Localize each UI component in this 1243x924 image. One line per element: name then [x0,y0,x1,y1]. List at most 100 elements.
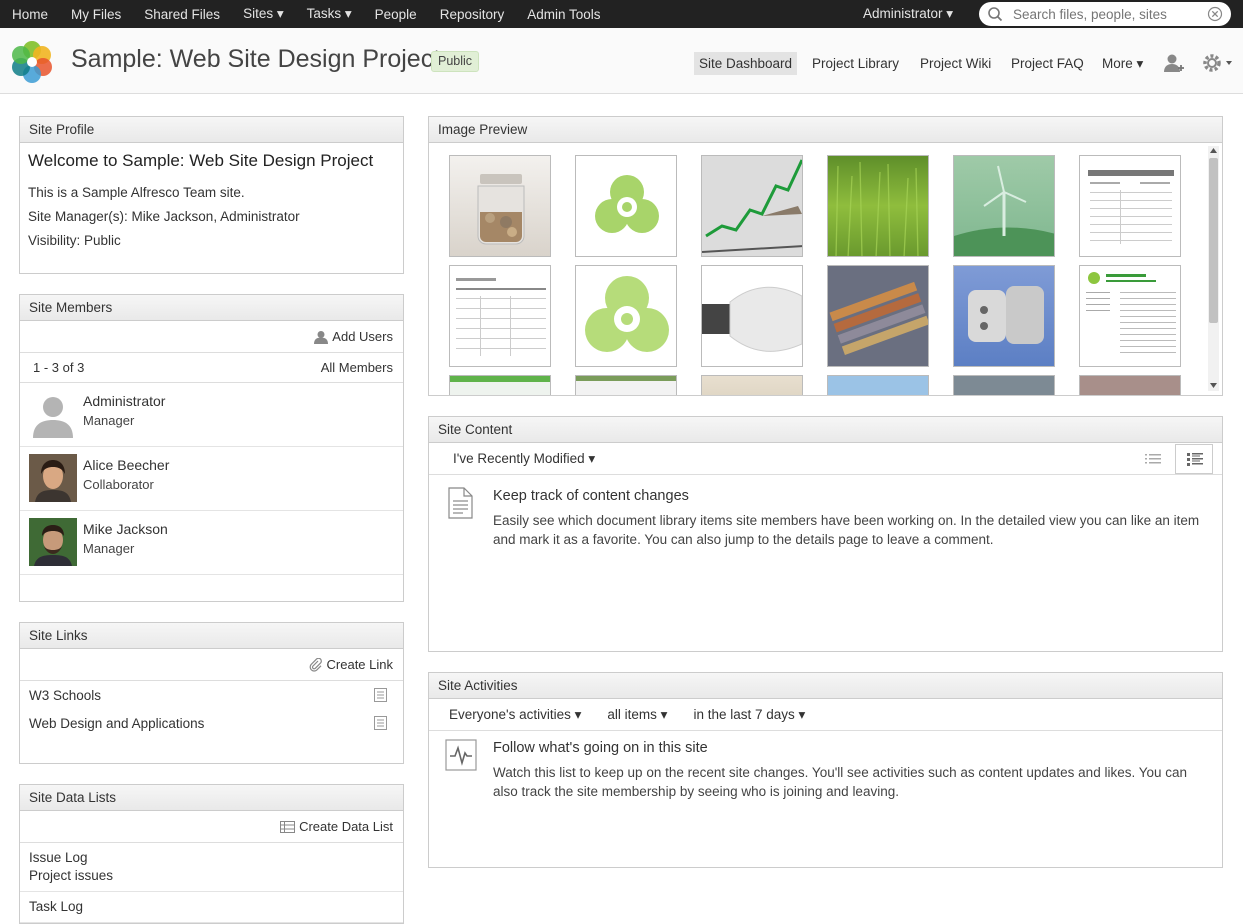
create-link-button[interactable]: Create Link [309,657,393,672]
search-icon [988,7,1003,22]
site-settings-gear-icon[interactable] [1202,53,1234,73]
alfresco-logo-image [585,276,669,352]
member-avatar [29,454,77,502]
activity-pulse-icon [445,739,477,771]
nav-tasks-menu[interactable]: Tasks ▾ [295,6,363,22]
site-data-lists-dashlet: Site Data Lists Create Data List Issue L… [19,784,404,924]
nav-my-files[interactable]: My Files [59,7,132,22]
green-document-image [1086,272,1176,353]
join-site-icon[interactable] [1163,52,1185,74]
image-thumbnail[interactable] [827,155,929,257]
link-title[interactable]: W3 Schools [29,688,101,703]
data-list-icon [280,820,296,833]
simple-view-icon[interactable] [1145,453,1161,465]
image-preview-scrollbar[interactable] [1208,146,1219,391]
link-details-icon[interactable] [374,716,387,730]
image-thumbnail[interactable] [701,375,803,395]
tab-more-menu[interactable]: More ▾ [1097,52,1148,75]
image-thumbnail[interactable] [1079,265,1181,367]
image-thumbnail[interactable] [1079,375,1181,395]
content-filter-dropdown[interactable]: I've Recently Modified ▾ [453,451,595,467]
image-thumbnail[interactable] [701,265,803,367]
tab-project-wiki[interactable]: Project Wiki [915,52,996,75]
member-avatar [29,518,77,566]
default-avatar [29,390,77,438]
image-thumbnail[interactable] [575,155,677,257]
link-title[interactable]: Web Design and Applications [29,716,204,731]
image-thumbnail[interactable] [575,265,677,367]
chart-pen-image [702,156,802,256]
scroll-up-icon[interactable] [1210,147,1217,153]
nav-people[interactable]: People [363,7,428,22]
document-icon [448,487,473,519]
nav-home[interactable]: Home [0,7,59,22]
site-members-dashlet: Site Members Add Users 1 - 3 of 3 All Me… [19,294,404,602]
activities-user-filter[interactable]: Everyone's activities ▾ [449,707,581,723]
site-title: Sample: Web Site Design Project [71,45,441,73]
member-role: Manager [83,413,135,428]
tab-project-faq[interactable]: Project FAQ [1006,52,1089,75]
link-details-icon[interactable] [374,688,387,702]
document-page-image [456,278,546,356]
image-thumbnail[interactable] [827,265,929,367]
activities-range-filter[interactable]: in the last 7 days ▾ [693,707,805,723]
site-profile-dashlet: Site Profile Welcome to Sample: Web Site… [19,116,404,274]
user-menu[interactable]: Administrator ▾ [851,6,964,22]
image-thumbnail[interactable] [575,375,677,395]
image-thumbnail[interactable] [1079,155,1181,257]
link-item[interactable]: W3 Schools [20,681,403,709]
search-box [979,2,1231,26]
data-list-name[interactable]: Issue Log [29,849,394,867]
member-role: Collaborator [83,477,154,492]
image-thumbnail[interactable] [953,155,1055,257]
member-row[interactable]: Mike Jackson Manager [20,511,403,575]
image-thumbnail[interactable] [953,265,1055,367]
image-thumbnail[interactable] [449,155,551,257]
detailed-view-button[interactable] [1175,444,1213,474]
site-links-dashlet: Site Links Create Link W3 Schools Web De… [19,622,404,764]
site-content-heading: Keep track of content changes [493,488,689,504]
create-data-list-button[interactable]: Create Data List [280,819,393,834]
data-list-description: Project issues [29,868,114,883]
dashlet-title: Image Preview [429,117,1222,143]
site-activities-info: Follow what's going on in this site Watc… [493,739,1213,801]
member-role: Manager [83,541,135,556]
alfresco-logo[interactable] [8,38,56,86]
member-row[interactable]: Alice Beecher Collaborator [20,447,403,511]
scrollbar-thumb[interactable] [1209,158,1218,323]
site-activities-heading: Follow what's going on in this site [493,740,708,756]
user-icon [314,330,329,344]
tab-site-dashboard[interactable]: Site Dashboard [694,52,798,75]
site-content-description: Easily see which document library items … [493,513,1200,547]
image-thumbnail[interactable] [449,375,551,395]
dashlet-title: Site Activities [429,673,1222,699]
image-thumbnail[interactable] [701,155,803,257]
image-preview-dashlet: Image Preview [428,116,1223,396]
tab-project-library[interactable]: Project Library [807,52,904,75]
nav-admin-tools[interactable]: Admin Tools [515,7,611,22]
search-input[interactable] [1013,6,1207,22]
visibility-badge: Public [431,51,480,72]
image-thumbnail[interactable] [827,375,929,395]
nav-sites-menu[interactable]: Sites ▾ [231,6,295,22]
all-members-link[interactable]: All Members [321,360,393,375]
data-list-item[interactable]: Issue Log Project issues [20,843,403,892]
member-name[interactable]: Administrator [83,393,165,409]
image-thumbnail[interactable] [953,375,1055,395]
activities-type-filter[interactable]: all items ▾ [607,707,667,723]
data-list-name[interactable]: Task Log [29,898,394,916]
image-thumbnail[interactable] [449,265,551,367]
member-row[interactable]: Administrator Manager [20,383,403,447]
link-item[interactable]: Web Design and Applications [20,709,403,737]
wind-turbine-image [954,165,1054,256]
document-page-image [1088,170,1174,244]
power-plug-image [968,286,1044,344]
clear-search-icon[interactable] [1207,6,1223,22]
member-name[interactable]: Alice Beecher [83,457,169,473]
data-list-item[interactable]: Task Log [20,892,403,923]
nav-shared-files[interactable]: Shared Files [132,7,231,22]
scroll-down-icon[interactable] [1210,383,1217,389]
member-name[interactable]: Mike Jackson [83,521,168,537]
nav-repository[interactable]: Repository [428,7,516,22]
add-users-button[interactable]: Add Users [314,329,393,344]
